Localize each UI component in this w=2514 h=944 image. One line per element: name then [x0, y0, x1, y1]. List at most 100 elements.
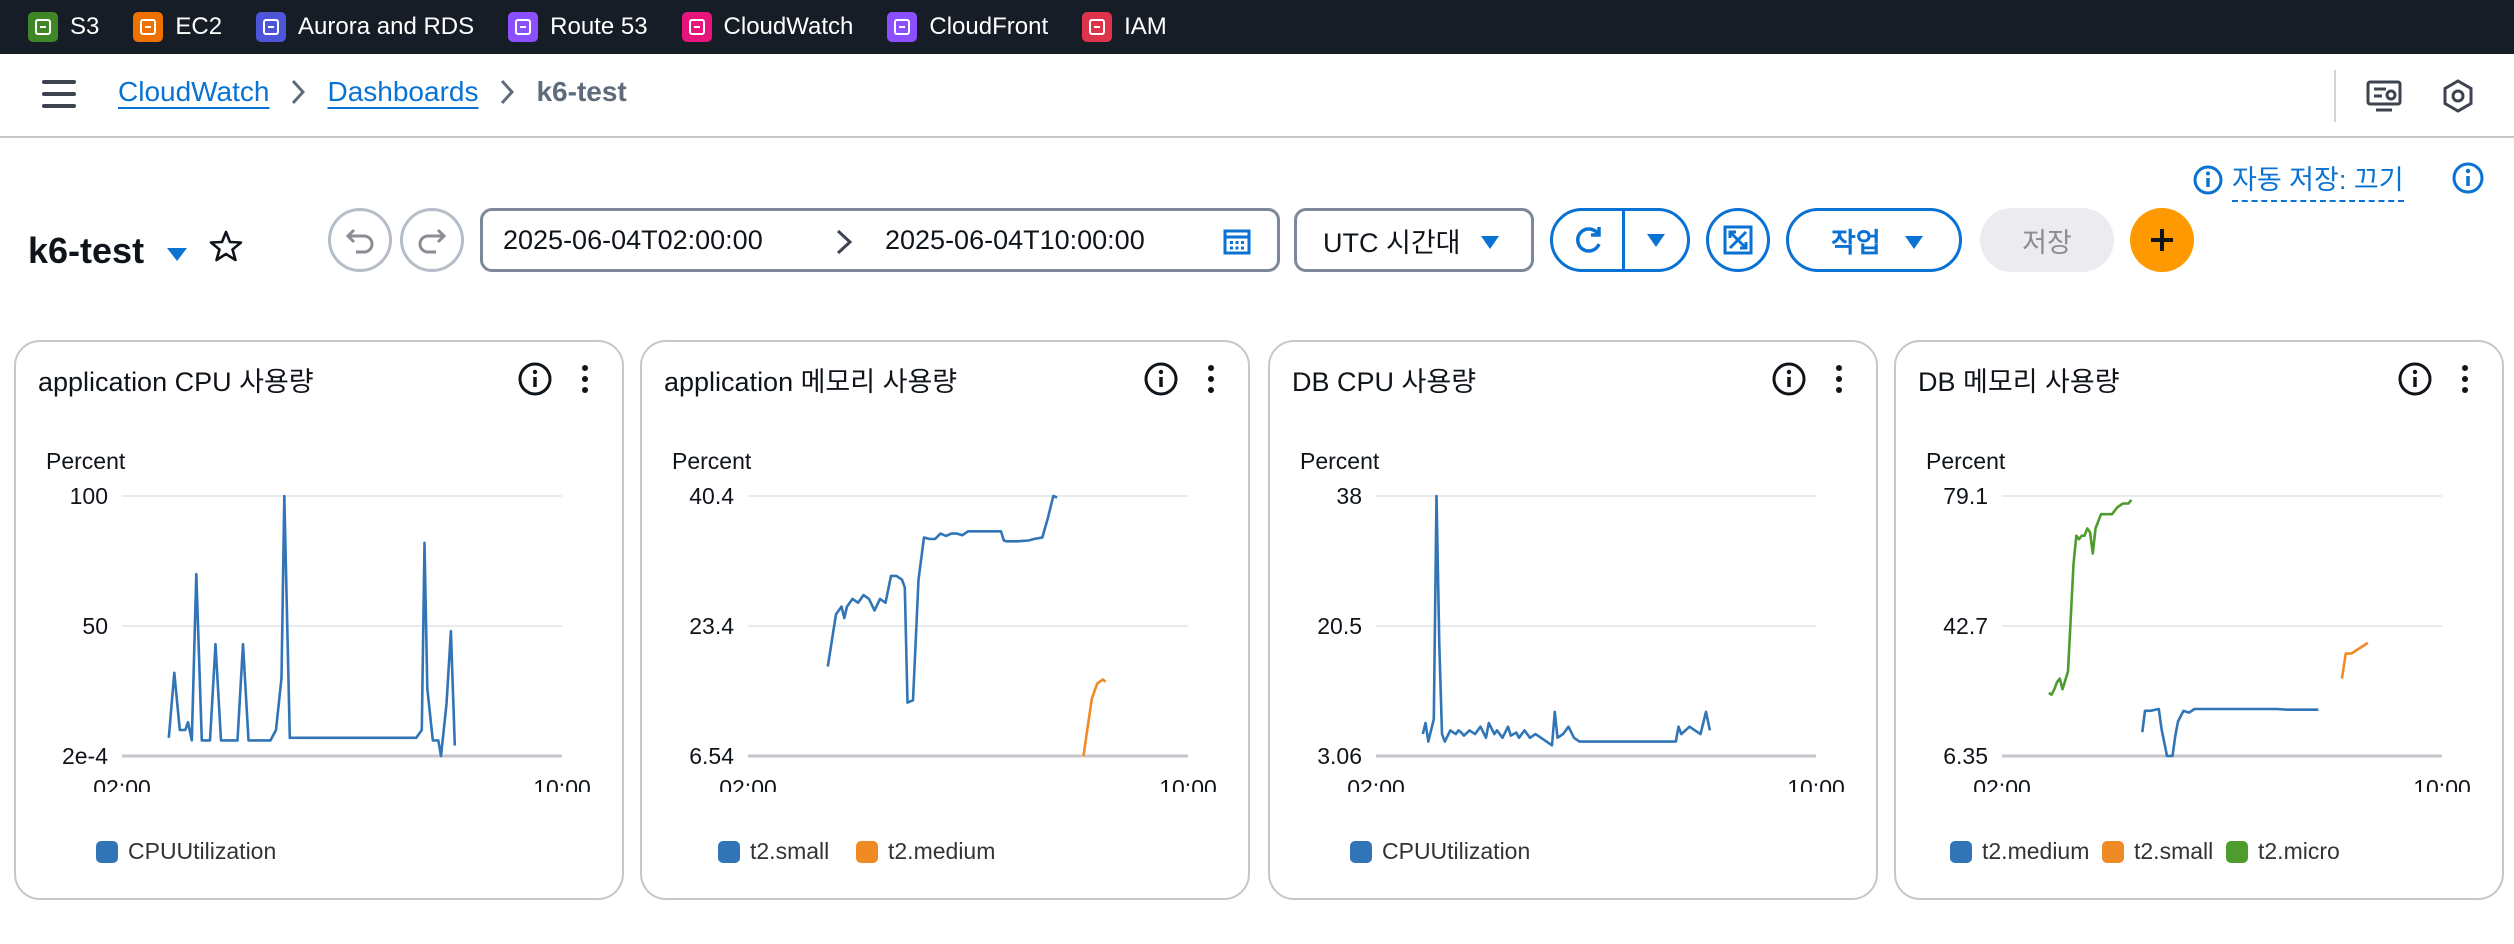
refresh-split-button[interactable] — [1550, 208, 1690, 272]
caret-down-icon — [1905, 236, 1923, 249]
line-chart: 79.1 42.7 6.35 02:00 10:00 — [1943, 483, 2471, 792]
settings-hexagon-icon[interactable] — [2438, 76, 2478, 116]
breadcrumb-header: CloudWatch Dashboards k6-test — [0, 54, 2514, 138]
add-widget-button[interactable] — [2130, 208, 2194, 272]
refresh-interval-dropdown[interactable] — [1625, 211, 1687, 269]
chart-legend: t2.medium t2.small t2.micro — [1896, 838, 2502, 878]
series-line-t2-small[interactable] — [2340, 641, 2369, 679]
full-screen-button[interactable] — [1706, 208, 1770, 272]
breadcrumb: CloudWatch Dashboards k6-test — [118, 76, 627, 108]
info-icon[interactable] — [1142, 360, 1180, 398]
y-axis-unit: Percent — [1300, 448, 1380, 474]
service-shortcut-cloudwatch[interactable]: CloudWatch — [681, 12, 854, 42]
service-shortcut-iam[interactable]: IAM — [1082, 12, 1167, 42]
save-button[interactable]: 저장 — [1980, 208, 2114, 272]
caret-down-icon[interactable] — [164, 244, 190, 264]
redo-icon — [418, 228, 447, 254]
service-shortcut-aurora-and-rds[interactable]: Aurora and RDS — [256, 12, 474, 42]
legend-label: t2.medium — [888, 838, 996, 864]
y-tick-label: 79.1 — [1943, 483, 1988, 509]
refresh-button[interactable] — [1553, 211, 1625, 269]
y-axis-unit: Percent — [46, 448, 126, 474]
cloudfront-icon — [887, 12, 918, 42]
service-label: EC2 — [175, 13, 223, 40]
chart-legend: t2.small t2.medium — [642, 838, 1248, 878]
legend-item[interactable]: t2.micro — [2226, 838, 2340, 865]
calendar-icon[interactable] — [1223, 227, 1251, 255]
chart-legend: CPUUtilization — [16, 838, 622, 878]
legend-label: CPUUtilization — [128, 838, 277, 864]
more-options-icon[interactable] — [566, 360, 604, 398]
line-chart: 40.4 23.4 6.54 02:00 10:00 — [689, 483, 1217, 792]
legend-item[interactable]: t2.medium — [856, 838, 995, 865]
legend-label: t2.small — [750, 838, 830, 864]
metric-widget[interactable]: application CPU 사용량 Percent 100 50 2e-4 02:00… — [14, 340, 624, 900]
redo-button[interactable] — [400, 208, 464, 272]
breadcrumb-cloudwatch-link[interactable]: CloudWatch — [118, 76, 269, 108]
y-tick-label: 50 — [82, 613, 108, 639]
metric-widget[interactable]: DB CPU 사용량 Percent 38 20.5 3.06 02:00 10:00 CPU… — [1268, 340, 1878, 900]
legend-swatch — [856, 840, 878, 863]
more-options-icon[interactable] — [2446, 360, 2484, 398]
services-bar: S3 EC2 Aurora and RDS Route 53 CloudWatch Clo… — [0, 0, 2514, 54]
service-shortcut-ec2[interactable]: EC2 — [133, 12, 222, 42]
legend-label: t2.micro — [2258, 838, 2340, 864]
metric-widget[interactable]: application 메모리 사용량 Percent 40.4 23.4 6.54 02… — [640, 340, 1250, 900]
legend-item[interactable]: CPUUtilization — [1350, 838, 1530, 865]
breadcrumb-dashboards-link[interactable]: Dashboards — [327, 76, 478, 108]
legend-item[interactable]: t2.small — [2102, 838, 2213, 865]
info-icon[interactable] — [1770, 360, 1808, 398]
iam-icon — [1082, 12, 1113, 42]
undo-icon — [345, 228, 374, 254]
series-line-t2-medium[interactable] — [2141, 707, 2319, 758]
legend-label: CPUUtilization — [1382, 838, 1531, 864]
date-range-picker[interactable]: 2025-06-04T02:00:00 2025-06-04T10:00:00 — [480, 208, 1280, 272]
autosave-toggle[interactable]: 자동 저장: 끄기 — [2192, 158, 2404, 202]
metric-widget[interactable]: DB 메모리 사용량 Percent 79.1 42.7 6.35 02:00 10:00 t… — [1894, 340, 2504, 900]
y-tick-label: 42.7 — [1943, 613, 1988, 639]
info-icon[interactable] — [2450, 160, 2486, 196]
chevron-right-icon — [501, 79, 515, 105]
y-axis-unit: Percent — [672, 448, 752, 474]
info-icon[interactable] — [516, 360, 554, 398]
more-options-icon[interactable] — [1820, 360, 1858, 398]
series-line-t2-small[interactable] — [826, 494, 1058, 704]
y-tick-label: 6.54 — [689, 743, 734, 769]
hamburger-menu-icon[interactable] — [42, 80, 76, 110]
actions-dropdown-button[interactable]: 작업 — [1786, 208, 1962, 272]
legend-item[interactable]: t2.medium — [1950, 838, 2089, 865]
legend-item[interactable]: CPUUtilization — [96, 838, 276, 865]
info-icon[interactable] — [2396, 360, 2434, 398]
monitor-search-icon[interactable] — [2364, 76, 2404, 116]
service-shortcut-cloudfront[interactable]: CloudFront — [887, 12, 1048, 42]
s3-icon — [28, 12, 58, 42]
legend-item[interactable]: t2.small — [718, 838, 829, 865]
service-shortcut-route-53[interactable]: Route 53 — [508, 12, 648, 42]
series-line-t2-medium[interactable] — [1082, 678, 1107, 757]
service-label: Route 53 — [550, 13, 648, 40]
widget-title: DB CPU 사용량 — [1292, 367, 1477, 397]
timezone-select[interactable]: UTC 시간대 — [1294, 208, 1534, 272]
line-chart: 38 20.5 3.06 02:00 10:00 — [1317, 483, 1845, 792]
y-tick-label: 23.4 — [689, 613, 734, 639]
service-label: CloudWatch — [723, 13, 854, 40]
breadcrumb-current: k6-test — [536, 76, 627, 107]
route53-icon — [508, 12, 539, 42]
legend-label: t2.small — [2134, 838, 2214, 864]
actions-label: 작업 — [1831, 227, 1881, 258]
rds-icon — [256, 12, 287, 42]
legend-swatch — [2226, 840, 2248, 863]
x-tick-label: 10:00 — [1159, 775, 1217, 792]
star-favorite-icon[interactable] — [208, 228, 244, 264]
y-axis-unit: Percent — [1926, 448, 2006, 474]
legend-swatch — [2102, 840, 2124, 863]
series-line-t2-micro[interactable] — [2048, 499, 2133, 696]
undo-button[interactable] — [328, 208, 392, 272]
chevron-right-icon — [836, 229, 853, 255]
y-tick-label: 3.06 — [1317, 743, 1362, 769]
service-shortcut-s3[interactable]: S3 — [28, 12, 99, 42]
more-options-icon[interactable] — [1192, 360, 1230, 398]
service-label: CloudFront — [929, 13, 1049, 40]
series-line-cpuutilization[interactable] — [1421, 494, 1712, 747]
expand-icon — [1723, 225, 1753, 255]
